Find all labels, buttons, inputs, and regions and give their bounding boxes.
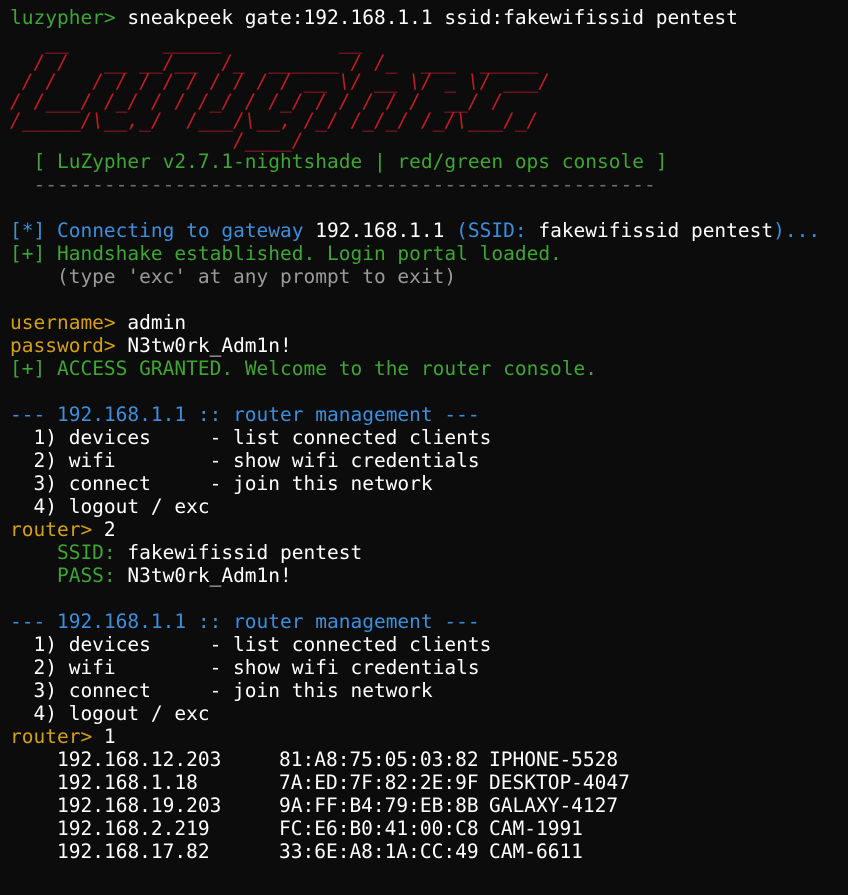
banner-line: /____/: [10, 128, 304, 152]
router-prompt-line: router> 2: [10, 518, 848, 541]
success-tag: [+]: [10, 357, 46, 380]
menu-item-connect: 3) connect - join this network: [10, 472, 433, 495]
device-row: 192.168.12.203 81:A8:75:05:03:82 IPHONE-55…: [10, 748, 848, 771]
menu-title: 192.168.1.1 :: router management: [56, 610, 433, 633]
username-line: username> admin: [10, 311, 848, 334]
router-prompt: router>: [10, 725, 93, 748]
banner-line: __ _____ __: [10, 31, 363, 54]
device-mac: 81:A8:75:05:03:82: [279, 748, 479, 771]
menu-header: --- 192.168.1.1 :: router management ---: [10, 403, 848, 426]
menu-dash-right: ---: [432, 610, 480, 633]
ssid-close: )...: [773, 219, 821, 242]
command-text: sneakpeek gate:192.168.1.1 ssid:fakewifi…: [115, 6, 738, 29]
menu-dash-left: ---: [10, 403, 57, 426]
banner-line: /_____/\__,_/ /___/\__, /_/ /_/_/ /_/\__…: [10, 109, 539, 132]
password-label: password>: [10, 334, 116, 357]
device-ip: 192.168.2.219: [57, 817, 210, 840]
exit-hint: (type 'exc' at any prompt to exit): [10, 265, 457, 288]
menu-item-logout: 4) logout / exc: [10, 702, 210, 725]
ssid-name: fakewifissid pentest: [538, 219, 774, 242]
username-value: admin: [115, 311, 187, 334]
ssid-open: (SSID:: [444, 219, 539, 242]
success-tag: [+]: [10, 242, 46, 265]
device-ip: 192.168.12.203: [57, 748, 222, 771]
handshake-text: Handshake established. Login portal load…: [45, 242, 562, 265]
device-mac: FC:E6:B0:41:00:C8: [279, 817, 479, 840]
device-mac: 9A:FF:B4:79:EB:8B: [279, 794, 479, 817]
pass-label: PASS:: [10, 564, 116, 587]
device-row: 192.168.2.219 FC:E6:B0:41:00:C8 CAM-1991: [10, 817, 848, 840]
terminal-window[interactable]: luzypher> sneakpeek gate:192.168.1.1 ssi…: [0, 0, 848, 895]
ssid-label: SSID:: [10, 541, 116, 564]
router-prompt: router>: [10, 518, 93, 541]
router-input: 2: [92, 518, 116, 541]
menu-dash-right: ---: [432, 403, 480, 426]
info-tag: [*]: [10, 219, 46, 242]
device-row: 192.168.17.82 33:6E:A8:1A:CC:49 CAM-6611: [10, 840, 848, 863]
device-name: DESKTOP-4047: [489, 771, 630, 794]
menu-item-devices: 1) devices - list connected clients: [10, 426, 492, 449]
menu-item-wifi: 2) wifi - show wifi credentials: [10, 449, 480, 472]
menu-dash-left: ---: [10, 610, 57, 633]
menu-item-logout: 4) logout / exc: [10, 495, 210, 518]
device-name: GALAXY-4127: [489, 794, 619, 817]
access-granted-text: ACCESS GRANTED. Welcome to the router co…: [45, 357, 598, 380]
gateway-ip: 192.168.1.1: [315, 219, 445, 242]
router-prompt-line: router> 1: [10, 725, 848, 748]
pass-value: N3tw0rk_Adm1n!: [115, 564, 292, 587]
device-ip: 192.168.1.18: [57, 771, 198, 794]
device-list: 192.168.12.203 81:A8:75:05:03:82 IPHONE-55…: [10, 748, 848, 863]
banner-rule: ----------------------------------------…: [10, 173, 656, 196]
router-input: 1: [92, 725, 116, 748]
access-granted-line: [+] ACCESS GRANTED. Welcome to the route…: [10, 357, 848, 380]
device-name: IPHONE-5528: [489, 748, 619, 771]
device-row: 192.168.1.18 7A:ED:7F:82:2E:9F DESKTOP-404…: [10, 771, 848, 794]
version-line: [ LuZypher v2.7.1-nightshade | red/green…: [10, 150, 668, 173]
menu-item-devices: 1) devices - list connected clients: [10, 633, 492, 656]
ssid-value: fakewifissid pentest: [115, 541, 363, 564]
ascii-banner: __ _____ __ / / __ __/__ /_ ______ / /_ …: [10, 33, 848, 150]
banner-line: / / / / / / / / / / / __ \/ __ \/ _ \/ _…: [10, 70, 551, 93]
command-line: luzypher> sneakpeek gate:192.168.1.1 ssi…: [10, 6, 848, 29]
shell-prompt: luzypher>: [10, 6, 116, 29]
device-mac: 7A:ED:7F:82:2E:9F: [279, 771, 479, 794]
username-label: username>: [10, 311, 116, 334]
menu-item-connect: 3) connect - join this network: [10, 679, 433, 702]
password-line: password> N3tw0rk_Adm1n!: [10, 334, 848, 357]
handshake-line: [+] Handshake established. Login portal …: [10, 242, 848, 265]
ssid-line: SSID: fakewifissid pentest: [10, 541, 848, 564]
menu-title: 192.168.1.1 :: router management: [56, 403, 433, 426]
device-row: 192.168.19.203 9A:FF:B4:79:EB:8B GALAXY-41…: [10, 794, 848, 817]
connect-text: Connecting to gateway: [45, 219, 316, 242]
device-ip: 192.168.19.203: [57, 794, 222, 817]
device-mac: 33:6E:A8:1A:CC:49: [279, 840, 479, 863]
device-name: CAM-6611: [489, 840, 583, 863]
connect-line: [*] Connecting to gateway 192.168.1.1 (S…: [10, 219, 848, 242]
password-value: N3tw0rk_Adm1n!: [115, 334, 292, 357]
pass-line: PASS: N3tw0rk_Adm1n!: [10, 564, 848, 587]
device-name: CAM-1991: [489, 817, 583, 840]
menu-header: --- 192.168.1.1 :: router management ---: [10, 610, 848, 633]
menu-item-wifi: 2) wifi - show wifi credentials: [10, 656, 480, 679]
device-ip: 192.168.17.82: [57, 840, 210, 863]
